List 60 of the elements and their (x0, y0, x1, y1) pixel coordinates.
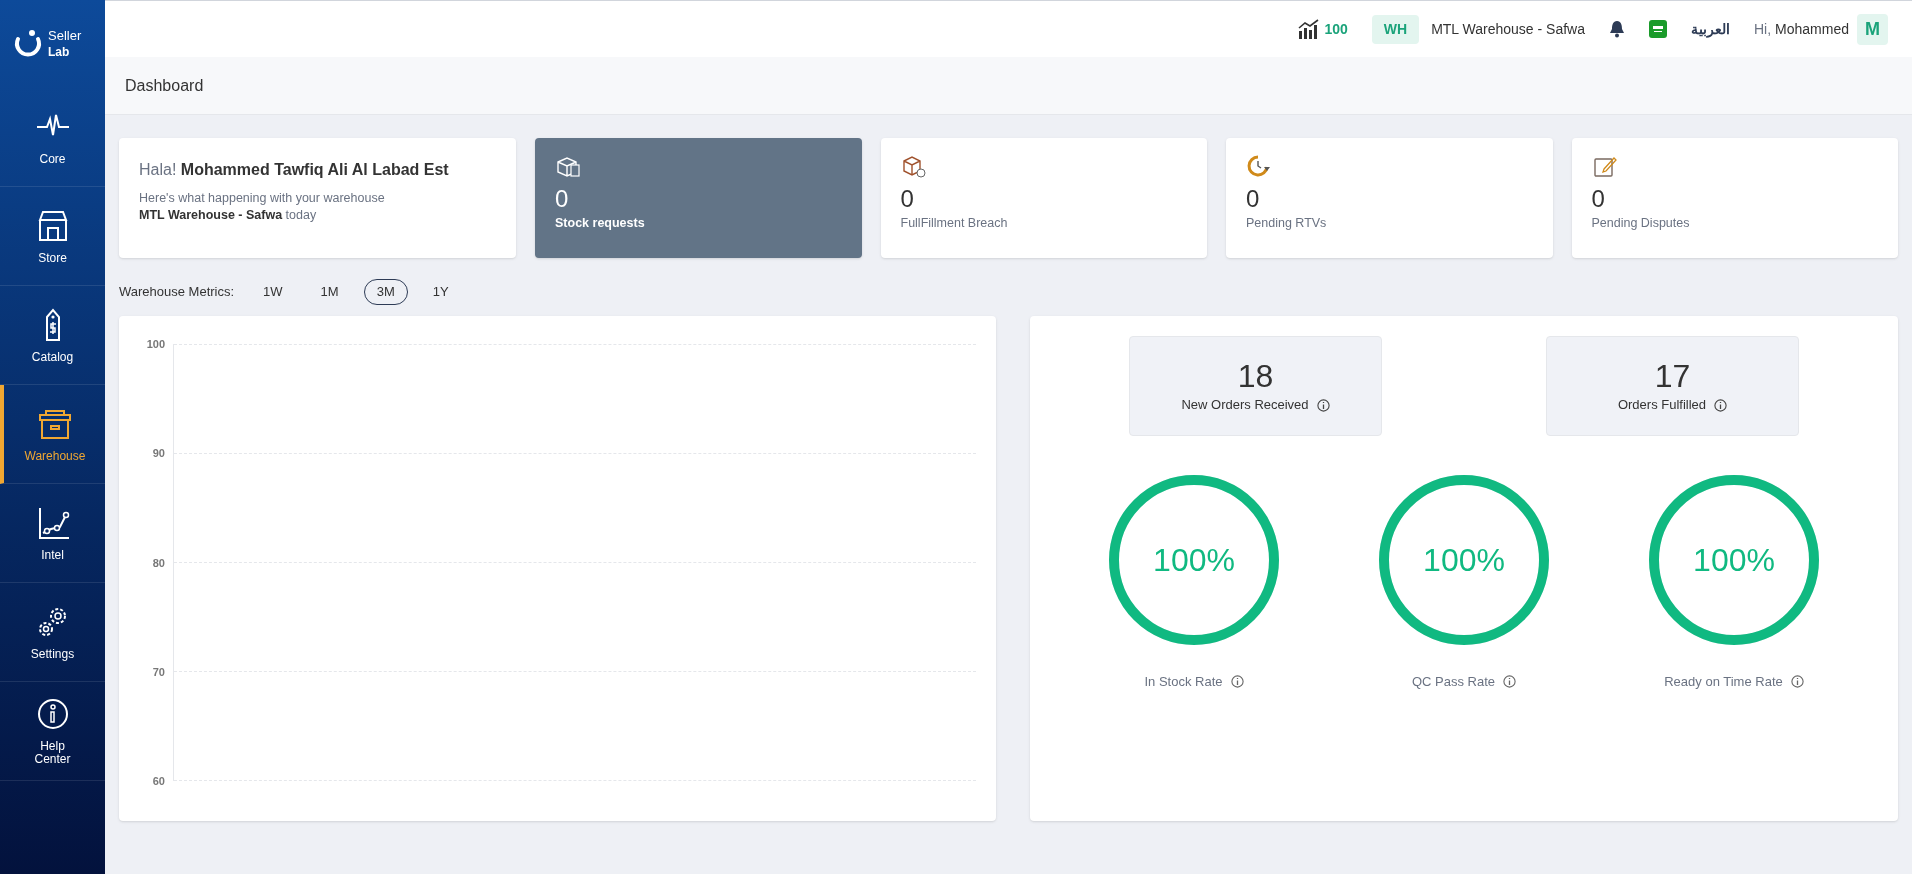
period-tab[interactable]: 1W (250, 279, 296, 305)
notification-bell-icon[interactable] (1608, 20, 1625, 38)
breach-icon (900, 154, 927, 180)
stat-value: 0 (555, 184, 570, 214)
info-icon (1790, 675, 1804, 689)
score-value: 100 (1324, 19, 1348, 39)
user-name: Mohammed (1775, 19, 1849, 39)
rate-label: QC Pass Rate (1411, 673, 1496, 691)
sidebar-item[interactable]: Store (0, 187, 105, 286)
info-icon (1503, 675, 1517, 689)
stock-icon (555, 154, 581, 180)
page-title: Dashboard (125, 75, 204, 96)
welcome-title: Hala! Mohammed Tawfiq Ali Al Labad Est (139, 160, 450, 180)
language-link[interactable]: العربية (1690, 18, 1730, 40)
info-icon (1714, 398, 1728, 412)
sidebar-item[interactable]: Core (0, 88, 105, 187)
sidebar-item[interactable]: Help Center (0, 682, 105, 781)
metrics-label: Warehouse Metrics: (119, 283, 235, 302)
info-icon (1316, 398, 1330, 412)
count-value: 17 (1654, 357, 1691, 396)
sidebar-item[interactable]: Intel (0, 484, 105, 583)
stat-label: FullFillment Breach (900, 215, 1009, 232)
count-label: Orders Fulfilled (1617, 396, 1707, 415)
period-tab[interactable]: 1Y (419, 279, 462, 305)
sidebar-item[interactable]: Catalog (0, 286, 105, 385)
y-axis-label: 60 (152, 774, 165, 789)
stat-card[interactable]: 0 Pending Disputes (1571, 138, 1898, 258)
rate-label: In Stock Rate (1144, 673, 1223, 691)
rate-label: Ready on Time Rate (1664, 673, 1783, 691)
logo-icon (12, 29, 44, 59)
stat-value: 0 (1246, 184, 1261, 214)
period-tab[interactable]: 1M (307, 279, 352, 305)
logo-text: Seller (48, 28, 82, 45)
rate-value: 100% (1423, 541, 1505, 580)
stat-card[interactable]: 0 Stock requests (535, 138, 862, 258)
greeting-text: Hi, (1753, 19, 1772, 39)
info-icon (1230, 675, 1244, 689)
count-value: 18 (1237, 357, 1274, 396)
stat-card[interactable]: 0 FullFillment Breach (880, 138, 1207, 258)
flag-icon[interactable] (1648, 20, 1667, 38)
stat-label: Pending RTVs (1246, 215, 1328, 232)
stat-label: Pending Disputes (1591, 215, 1691, 232)
count-label: New Orders Received (1181, 396, 1309, 415)
sidebar-item[interactable]: Warehouse (0, 385, 105, 484)
y-axis-label: 80 (152, 555, 165, 571)
y-axis-label: 90 (152, 446, 165, 462)
stat-label: Stock requests (555, 215, 646, 232)
warehouse-selector[interactable]: MTL Warehouse - Safwa (1431, 18, 1585, 40)
stat-card[interactable]: 0 Pending RTVs (1226, 138, 1553, 258)
y-axis-label: 100 (146, 337, 165, 352)
stat-value: 0 (900, 184, 915, 214)
welcome-text: Here's what happening with your warehouse MTL Warehouse - Safwa today (139, 190, 386, 224)
sidebar-item[interactable]: Settings (0, 583, 105, 682)
stat-value: 0 (1591, 184, 1606, 214)
rate-value: 100% (1693, 541, 1775, 580)
rate-value: 100% (1153, 541, 1235, 580)
chart-growth-icon (1298, 19, 1321, 39)
warehouse-avatar: WH (1371, 14, 1420, 44)
logo-text: Lab (48, 44, 71, 60)
y-axis-label: 70 (152, 664, 165, 680)
